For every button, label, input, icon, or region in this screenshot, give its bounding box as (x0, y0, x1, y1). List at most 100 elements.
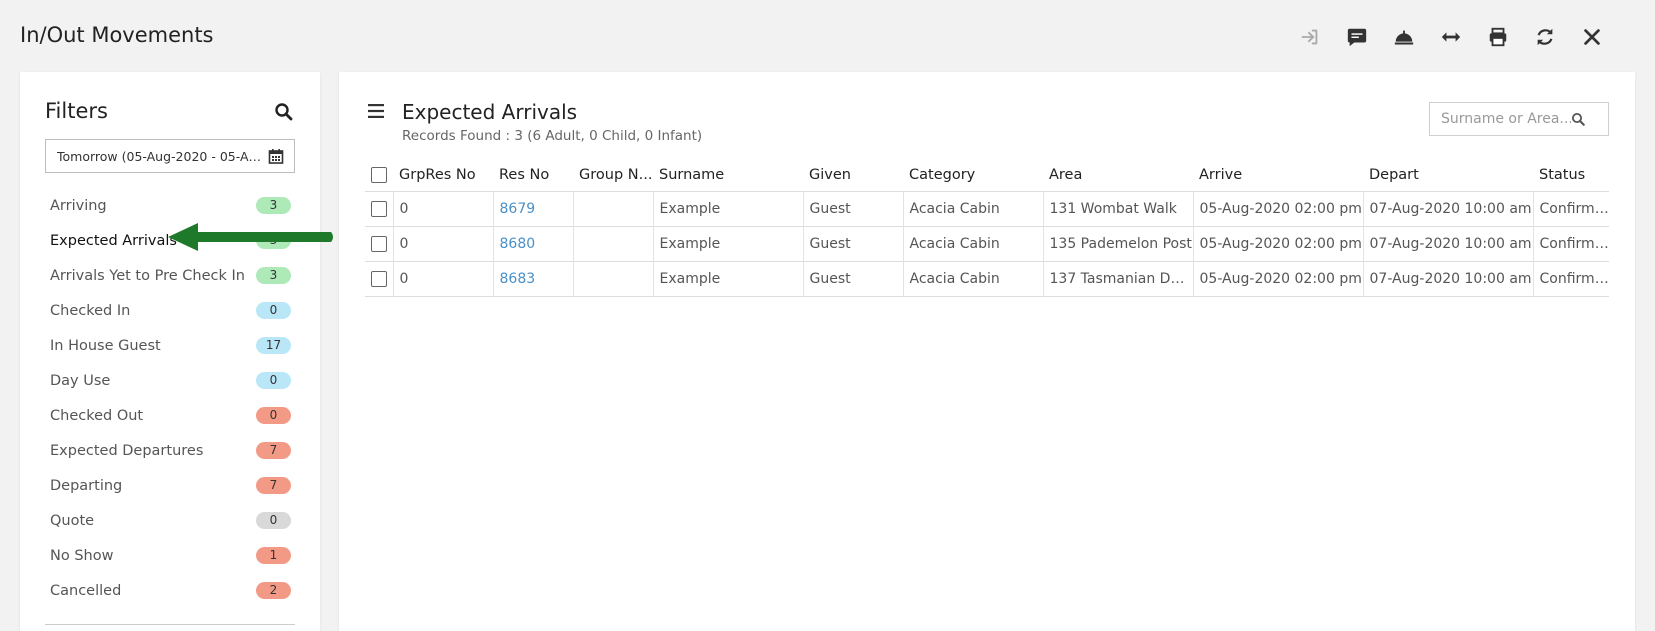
table-cell: 137 Tasmanian Dev... (1042, 260, 1193, 297)
message-button[interactable] (1333, 24, 1380, 50)
count-badge: 0 (256, 302, 291, 319)
close-button[interactable] (1568, 24, 1615, 50)
refresh-button[interactable] (1521, 24, 1568, 50)
table-cell: 0 (392, 225, 493, 261)
table-cell: 05-Aug-2020 02:00 pm (1192, 260, 1363, 297)
filter-item[interactable]: In House Guest 17 (45, 328, 295, 363)
filter-item[interactable]: Day Use 0 (45, 363, 295, 398)
filter-item[interactable]: Checked Out 0 (45, 398, 295, 433)
count-badge: 0 (256, 512, 291, 529)
row-select-cell (365, 260, 393, 297)
column-header[interactable]: Res No (493, 159, 573, 191)
filter-item-label: No Show (50, 547, 114, 564)
table-cell: Acacia Cabin (902, 260, 1043, 297)
reservation-link[interactable]: 8683 (500, 271, 536, 287)
filter-item[interactable]: Expected Departures 7 (45, 433, 295, 468)
column-header[interactable]: Category (903, 159, 1043, 191)
row-checkbox[interactable] (371, 235, 387, 252)
count-badge: 3 (256, 267, 291, 284)
table-row[interactable]: 0 8680 Example Guest Acacia Cabin 135 Pademel… (365, 225, 1609, 261)
count-badge: 3 (256, 197, 291, 214)
filter-item-label: Arrivals Yet to Pre Check In (50, 267, 245, 284)
date-range-value: Tomorrow (05-Aug-2020 - 05-Aug-2020) (57, 148, 263, 164)
filter-item-label: Expected Departures (50, 442, 204, 459)
reservation-link[interactable]: 8679 (500, 201, 536, 217)
print-icon (1489, 27, 1506, 47)
table-header: GrpRes No Res No Group N... Surname Given Cat… (365, 159, 1609, 191)
table-cell: 05-Aug-2020 02:00 pm (1192, 225, 1363, 261)
search-icon[interactable] (1571, 112, 1586, 127)
filter-item[interactable]: Arriving 3 (45, 188, 295, 223)
column-header[interactable]: Group N... (573, 159, 653, 191)
count-badge: 1 (256, 547, 291, 564)
filter-item-label: Cancelled (50, 582, 122, 599)
calendar-icon[interactable] (268, 148, 284, 164)
annotation-arrow-icon (168, 223, 333, 251)
service-bell-button[interactable] (1380, 24, 1427, 50)
search-icon[interactable] (274, 102, 294, 122)
table-row[interactable]: 0 8679 Example Guest Acacia Cabin 131 Wombat … (365, 190, 1609, 226)
count-badge: 7 (256, 442, 291, 459)
column-header[interactable]: Status (1533, 159, 1609, 191)
filter-item[interactable]: Checked In 0 (45, 293, 295, 328)
check-in-button[interactable] (1286, 24, 1333, 50)
filter-item[interactable]: Quote 0 (45, 503, 295, 538)
toolbar (1286, 24, 1615, 50)
column-header[interactable]: Area (1043, 159, 1193, 191)
filters-title: Filters (45, 99, 108, 123)
table-cell: Confirmed (1532, 260, 1609, 297)
filter-item[interactable]: Departing 7 (45, 468, 295, 503)
row-checkbox[interactable] (371, 200, 387, 217)
print-button[interactable] (1474, 24, 1521, 50)
filter-item-label: Arriving (50, 197, 107, 214)
close-icon (1583, 29, 1600, 45)
table-cell: Guest (802, 190, 903, 226)
table-cell (572, 225, 653, 261)
select-all-cell (365, 159, 393, 191)
column-header[interactable]: GrpRes No (393, 159, 493, 191)
row-checkbox[interactable] (371, 270, 387, 287)
search-input[interactable] (1441, 111, 1571, 127)
table-cell (572, 190, 653, 226)
table-cell: 8683 (492, 260, 573, 297)
filter-item-label: Checked In (50, 302, 131, 319)
table-cell: 135 Pademelon Post (1042, 225, 1193, 261)
column-header[interactable]: Depart (1363, 159, 1533, 191)
row-select-cell (365, 190, 393, 226)
filter-item[interactable]: Cancelled 2 (45, 573, 295, 608)
reservations-table: GrpRes No Res No Group N... Surname Given Cat… (365, 159, 1609, 297)
filter-item[interactable]: Arrivals Yet to Pre Check In 3 (45, 258, 295, 293)
row-select-cell (365, 225, 393, 261)
table-cell: 07-Aug-2020 10:00 am (1362, 225, 1533, 261)
table-cell: Guest (802, 260, 903, 297)
count-badge: 0 (256, 407, 291, 424)
table-cell: 0 (392, 190, 493, 226)
column-header[interactable]: Given (803, 159, 903, 191)
count-badge: 0 (256, 372, 291, 389)
table-cell: Example (652, 190, 803, 226)
table-cell: Confirmed (1532, 190, 1609, 226)
date-range-field[interactable]: Tomorrow (05-Aug-2020 - 05-Aug-2020) (45, 139, 295, 173)
filter-item[interactable]: No Show 1 (45, 538, 295, 573)
select-all-checkbox[interactable] (371, 166, 387, 183)
column-header[interactable]: Surname (653, 159, 803, 191)
filter-item-label: Checked Out (50, 407, 144, 424)
table-cell: 0 (392, 260, 493, 297)
table-cell: 8680 (492, 225, 573, 261)
table-cell: Example (652, 225, 803, 261)
menu-icon[interactable] (368, 104, 384, 118)
column-header[interactable]: Arrive (1193, 159, 1363, 191)
filter-item-label: Day Use (50, 372, 111, 389)
table-cell: 05-Aug-2020 02:00 pm (1192, 190, 1363, 226)
message-icon (1347, 28, 1366, 47)
top-bar: In/Out Movements (0, 0, 1655, 72)
expand-horizontal-icon (1441, 32, 1460, 42)
reservation-link[interactable]: 8680 (500, 236, 536, 252)
list-title: Expected Arrivals (402, 100, 578, 124)
expand-button[interactable] (1427, 24, 1474, 50)
search-box[interactable] (1429, 102, 1609, 136)
filter-item-label: Quote (50, 512, 95, 529)
table-cell: Example (652, 260, 803, 297)
table-row[interactable]: 0 8683 Example Guest Acacia Cabin 137 Tasmani… (365, 260, 1609, 297)
records-found: Records Found : 3 (6 Adult, 0 Child, 0 I… (402, 128, 703, 144)
